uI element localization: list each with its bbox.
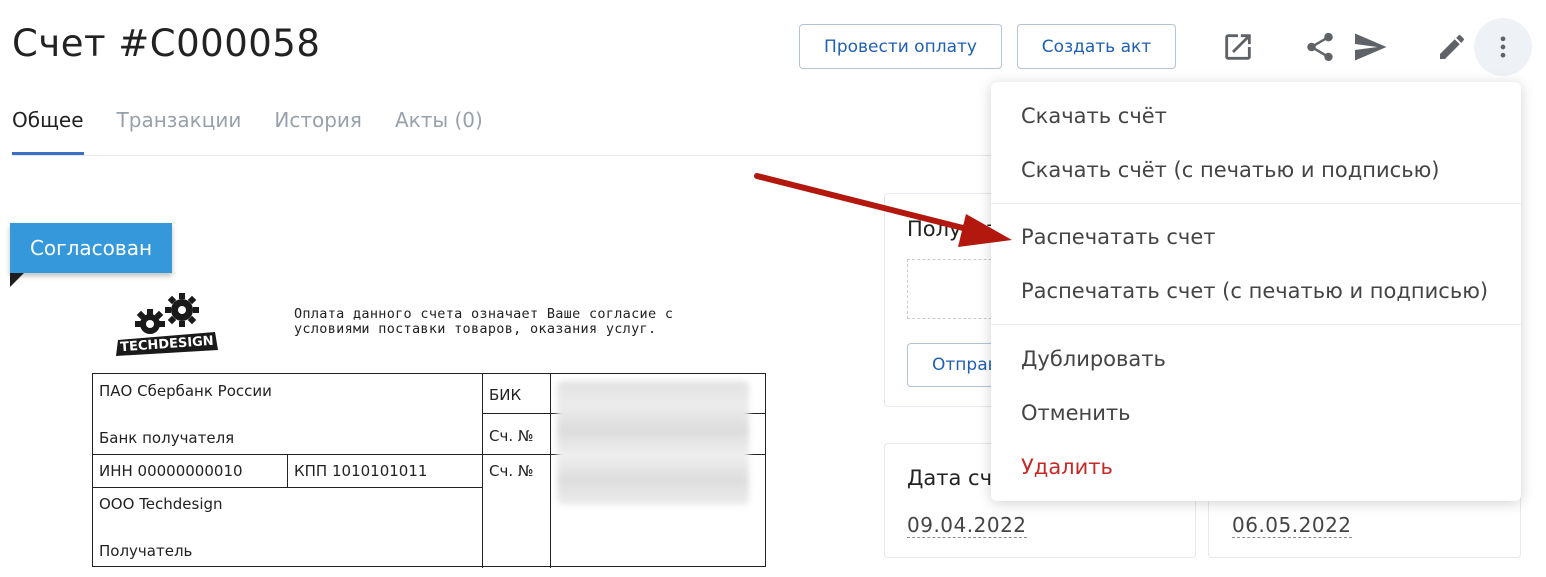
tab-bar: Общее Транзакции История Акты (0)	[12, 108, 516, 155]
tab-history[interactable]: История	[274, 108, 362, 155]
tab-acts[interactable]: Акты (0)	[395, 108, 483, 155]
status-badge: Согласован	[10, 223, 172, 273]
company-logo: TECHDESIGN	[116, 293, 218, 356]
kpp-value: КПП 1010101011	[294, 462, 428, 480]
menu-cancel[interactable]: Отменить	[1021, 401, 1131, 425]
share-icon[interactable]	[1300, 27, 1340, 67]
account-label: Сч. №	[489, 427, 534, 445]
more-vertical-icon[interactable]	[1474, 18, 1532, 76]
recipient-name: ООО Techdesign	[99, 495, 223, 513]
create-act-button[interactable]: Создать акт	[1017, 24, 1176, 69]
payment-notice-line-1: Оплата данного счета означает Ваше согла…	[294, 306, 674, 322]
bik-label: БИК	[489, 386, 522, 404]
correspondent-account-label: Сч. №	[489, 462, 534, 480]
invoice-date-value[interactable]: 09.04.2022	[907, 513, 1027, 538]
menu-delete[interactable]: Удалить	[1021, 455, 1113, 479]
blurred-bank-numbers	[557, 381, 749, 505]
tabs-divider	[12, 155, 992, 156]
table-divider	[550, 374, 551, 568]
recipient-card-title: Получатель	[907, 217, 991, 241]
send-icon[interactable]	[1350, 27, 1390, 67]
ribbon-fold	[10, 273, 24, 287]
pencil-icon[interactable]	[1432, 27, 1472, 67]
table-divider	[93, 487, 482, 488]
more-actions-menu: Скачать счёт Скачать счёт (с печатью и п…	[991, 82, 1521, 501]
menu-separator	[991, 203, 1521, 204]
recipient-label: Получатель	[99, 542, 193, 560]
page-title: Счет #C000058	[12, 22, 321, 65]
invoice-date-title: Дата счета	[907, 466, 991, 490]
make-payment-button[interactable]: Провести оплату	[799, 24, 1002, 69]
inn-value: ИНН 00000000010	[99, 462, 243, 480]
tab-general[interactable]: Общее	[12, 108, 84, 155]
table-divider	[287, 454, 288, 487]
bank-name: ПАО Сбербанк России	[99, 382, 272, 400]
open-in-new-icon[interactable]	[1218, 27, 1258, 67]
table-divider	[482, 374, 483, 568]
menu-print-invoice-signed[interactable]: Распечатать счет (с печатью и подписью)	[1021, 279, 1488, 303]
menu-duplicate[interactable]: Дублировать	[1021, 347, 1166, 371]
menu-download-invoice-signed[interactable]: Скачать счёт (с печатью и подписью)	[1021, 158, 1439, 182]
menu-separator	[991, 324, 1521, 325]
payment-notice-line-2: условиями поставки товаров, оказания усл…	[294, 321, 657, 337]
menu-print-invoice[interactable]: Распечатать счет	[1021, 225, 1216, 249]
menu-download-invoice[interactable]: Скачать счёт	[1021, 104, 1167, 128]
due-date-value[interactable]: 06.05.2022	[1232, 513, 1352, 538]
payment-notice: Оплата данного счета означает Ваше согла…	[294, 307, 673, 337]
tab-transactions[interactable]: Транзакции	[117, 108, 242, 155]
bank-label: Банк получателя	[99, 429, 235, 447]
